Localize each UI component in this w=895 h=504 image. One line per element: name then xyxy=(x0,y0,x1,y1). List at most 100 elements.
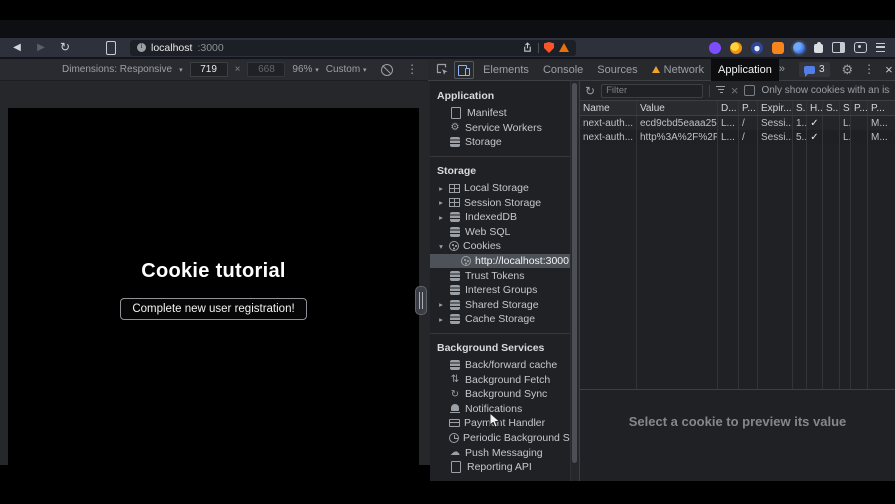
sidebar-item-background-sync[interactable]: Background Sync xyxy=(430,387,570,402)
sidebar-item-cookies-localhost[interactable]: http://localhost:3000 xyxy=(430,254,570,269)
database-icon xyxy=(450,300,460,310)
sidebar-item-trust-tokens[interactable]: Trust Tokens xyxy=(430,268,570,283)
dimensions-separator: × xyxy=(235,64,241,75)
width-input[interactable] xyxy=(190,62,228,77)
manifest-icon xyxy=(451,107,461,119)
height-input[interactable] xyxy=(247,62,285,77)
expander-icon[interactable]: ▸ xyxy=(437,198,445,207)
registration-button[interactable]: Complete new user registration! xyxy=(120,298,306,320)
sidebar-item-cookies[interactable]: ▾Cookies xyxy=(430,239,570,254)
sidebar-item-manifest[interactable]: Manifest xyxy=(430,106,570,121)
dimensions-label[interactable]: Dimensions: Responsive xyxy=(62,64,172,75)
sidebar-item-service-workers[interactable]: Service Workers xyxy=(430,121,570,136)
tab-application[interactable]: Application xyxy=(711,59,779,81)
extension-icon[interactable] xyxy=(772,42,784,54)
col-httponly[interactable]: H... xyxy=(807,101,823,115)
col-samesite[interactable]: S... xyxy=(840,101,851,115)
issues-bubble-icon xyxy=(804,66,815,74)
sidebar-item-indexeddb[interactable]: ▸IndexedDB xyxy=(430,210,570,225)
site-info-icon[interactable] xyxy=(137,43,146,52)
forward-button[interactable] xyxy=(32,43,50,53)
settings-gear-icon[interactable] xyxy=(842,63,854,76)
shield-icon[interactable] xyxy=(544,42,554,53)
device-toolbar-toggle-icon[interactable] xyxy=(454,61,474,79)
tab-network[interactable]: Network xyxy=(645,59,711,81)
url-bar[interactable]: localhost :3000 xyxy=(130,40,576,56)
sidebar-item-local-storage[interactable]: ▸Local Storage xyxy=(430,181,570,196)
expander-icon[interactable]: ▾ xyxy=(437,242,445,251)
tab-elements[interactable]: Elements xyxy=(476,59,536,81)
media-control-icon[interactable] xyxy=(854,42,867,53)
table-row[interactable]: next-auth... ecd9cbd5eaaa25e... L... / S… xyxy=(580,116,895,130)
chevron-down-icon: ▾ xyxy=(179,66,183,74)
gear-icon xyxy=(449,122,461,133)
side-panel-icon[interactable] xyxy=(832,42,845,53)
extensions-puzzle-icon[interactable] xyxy=(814,44,823,53)
share-icon[interactable] xyxy=(522,42,533,53)
issues-button[interactable]: 3 xyxy=(799,62,830,77)
sidebar-item-reporting-api[interactable]: Reporting API xyxy=(430,460,570,475)
devtools-tab-bar: Elements Console Sources Network Applica… xyxy=(428,59,895,81)
section-storage: Storage xyxy=(430,156,570,181)
sidebar-item-cache-storage[interactable]: ▸Cache Storage xyxy=(430,312,570,327)
expander-icon[interactable]: ▸ xyxy=(437,315,445,324)
issues-count: 3 xyxy=(819,64,825,75)
database-icon xyxy=(450,137,460,147)
only-issues-checkbox[interactable] xyxy=(744,85,755,96)
sidebar-item-background-fetch[interactable]: Background Fetch xyxy=(430,372,570,387)
network-warning-icon xyxy=(652,66,660,73)
zoom-select[interactable]: 96% ▾ xyxy=(292,64,318,75)
sidebar-item-storage[interactable]: Storage xyxy=(430,135,570,150)
filter-funnel-icon[interactable] xyxy=(716,86,725,95)
sidebar-item-interest-groups[interactable]: Interest Groups xyxy=(430,283,570,298)
device-toolbar-options-icon[interactable] xyxy=(406,63,428,76)
cookie-preview-pane: Select a cookie to preview its value xyxy=(580,389,895,481)
tab-sources[interactable]: Sources xyxy=(590,59,644,81)
throttle-select[interactable]: Custom ▾ xyxy=(326,64,367,75)
filter-input[interactable] xyxy=(601,84,703,98)
back-button[interactable] xyxy=(8,43,26,53)
close-devtools-icon[interactable] xyxy=(885,63,893,77)
tablet-icon[interactable] xyxy=(106,41,116,55)
expander-icon[interactable]: ▸ xyxy=(437,213,445,222)
sidebar-item-periodic-background-sync[interactable]: Periodic Background Sync xyxy=(430,431,570,446)
reload-button[interactable] xyxy=(56,41,74,54)
sidebar-item-session-storage[interactable]: ▸Session Storage xyxy=(430,195,570,210)
inspect-element-icon[interactable] xyxy=(432,60,452,80)
refresh-icon[interactable] xyxy=(585,85,595,97)
tab-console[interactable]: Console xyxy=(536,59,590,81)
table-row[interactable]: next-auth... http%3A%2F%2Flo... L... / S… xyxy=(580,130,895,144)
col-partition[interactable]: P... xyxy=(851,101,868,115)
sidebar-scrollbar[interactable] xyxy=(570,81,579,481)
sidebar-item-push-messaging[interactable]: Push Messaging xyxy=(430,445,570,460)
extension-icon[interactable] xyxy=(709,42,721,54)
col-expires[interactable]: Expir... xyxy=(758,101,793,115)
col-priority[interactable]: P... xyxy=(868,101,895,115)
more-tabs-icon[interactable] xyxy=(779,64,785,75)
col-domain[interactable]: D... xyxy=(718,101,739,115)
viewport-resize-handle[interactable] xyxy=(415,286,427,315)
cookie-icon xyxy=(461,256,471,266)
col-value[interactable]: Value xyxy=(637,101,718,115)
col-secure[interactable]: S... xyxy=(823,101,840,115)
menu-icon[interactable] xyxy=(876,43,885,52)
devtools-menu-icon[interactable] xyxy=(863,63,875,76)
clear-icon[interactable] xyxy=(731,84,739,97)
httponly-check-icon: ✓ xyxy=(807,116,823,130)
cookie-icon xyxy=(449,241,459,251)
database-icon xyxy=(450,212,460,222)
expander-icon[interactable]: ▸ xyxy=(437,184,445,193)
sidebar-item-bf-cache[interactable]: Back/forward cache xyxy=(430,358,570,373)
extension-icon[interactable] xyxy=(730,42,742,54)
warning-icon[interactable] xyxy=(559,43,569,52)
sidebar-item-web-sql[interactable]: Web SQL xyxy=(430,225,570,240)
extension-icon[interactable] xyxy=(793,42,805,54)
scrollbar-thumb[interactable] xyxy=(572,83,577,463)
col-path[interactable]: P... xyxy=(739,101,758,115)
col-name[interactable]: Name xyxy=(580,101,637,115)
no-throttling-icon[interactable] xyxy=(381,64,393,76)
col-size[interactable]: S... xyxy=(793,101,807,115)
expander-icon[interactable]: ▸ xyxy=(437,300,445,309)
extension-icon[interactable] xyxy=(751,42,763,54)
sidebar-item-shared-storage[interactable]: ▸Shared Storage xyxy=(430,298,570,313)
